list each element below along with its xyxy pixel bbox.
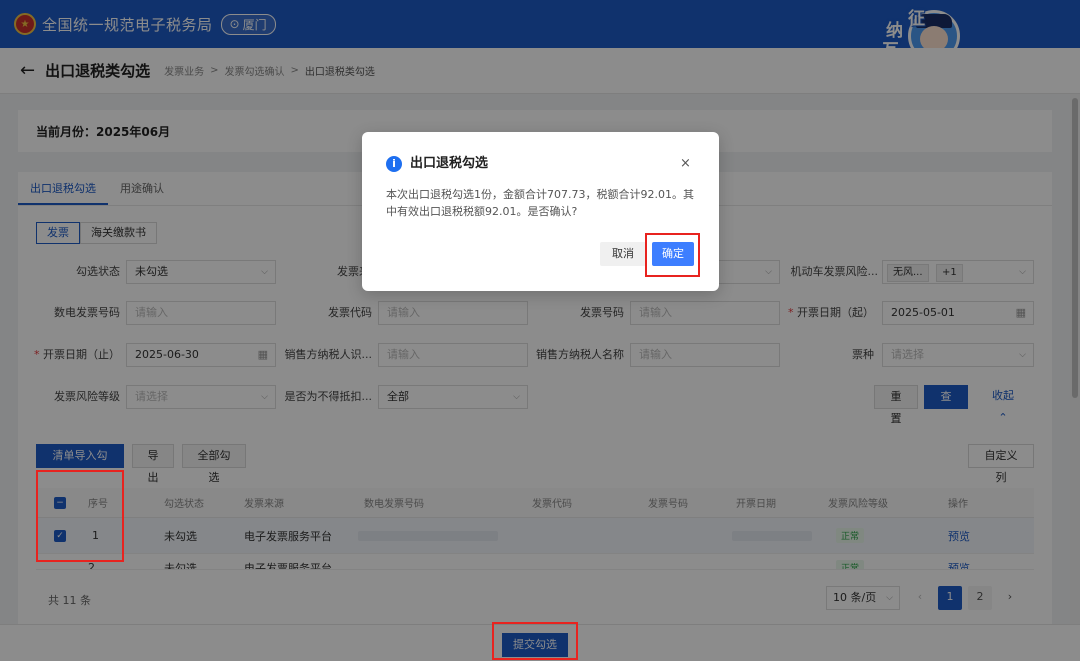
highlight-confirm-button bbox=[645, 233, 700, 277]
info-icon: i bbox=[386, 156, 402, 172]
cancel-button[interactable]: 取消 bbox=[600, 242, 646, 266]
dialog-message: 本次出口退税勾选1份，金额合计707.73，税额合计92.01。其中有效出口退税… bbox=[386, 188, 694, 218]
close-icon[interactable]: × bbox=[680, 156, 691, 172]
dialog-title: 出口退税勾选 bbox=[410, 156, 489, 171]
highlight-submit-button bbox=[492, 622, 578, 660]
highlight-checkbox-column bbox=[36, 470, 124, 562]
modal-overlay[interactable] bbox=[0, 0, 1080, 661]
